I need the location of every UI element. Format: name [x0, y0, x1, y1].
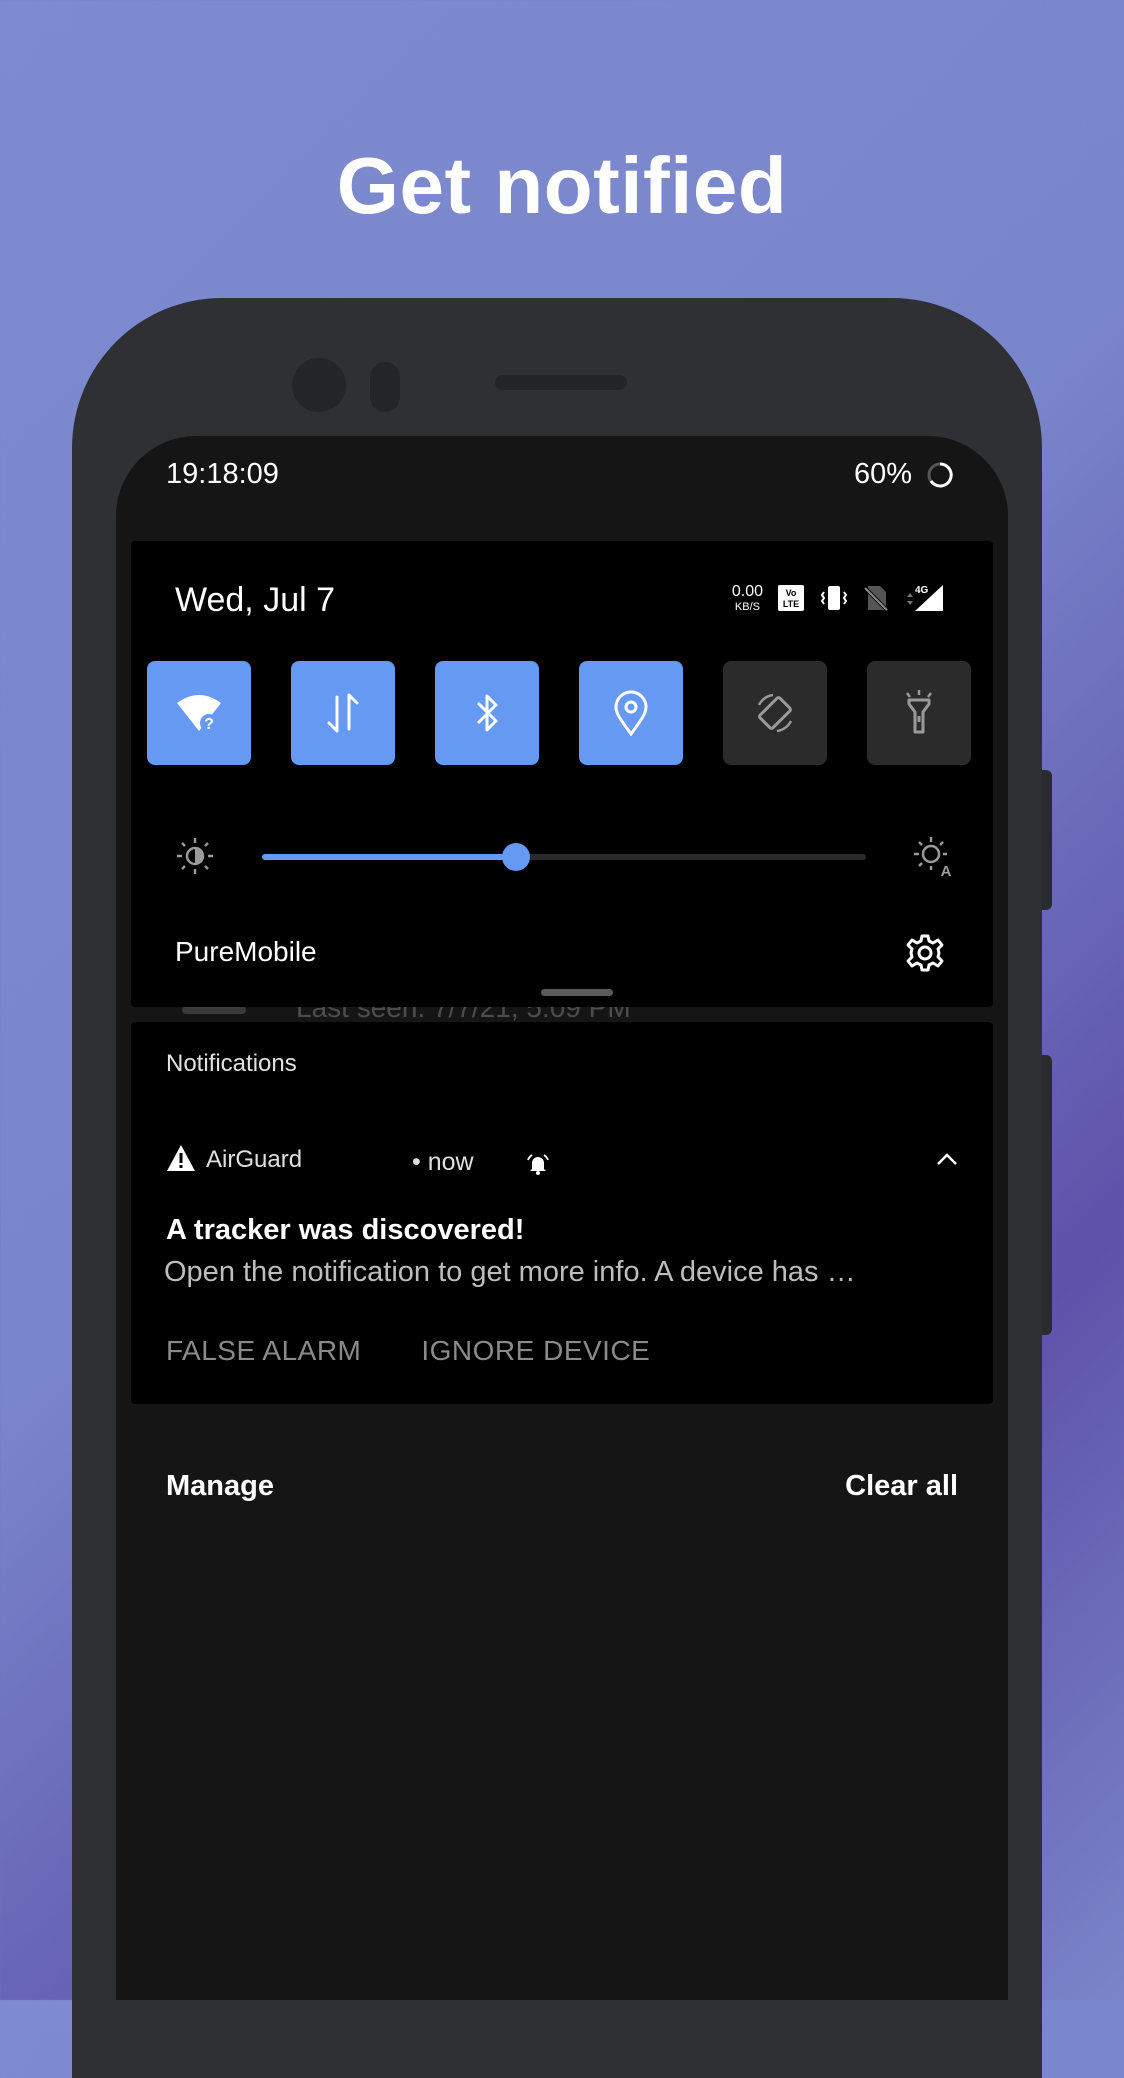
page-headline: Get notified — [336, 141, 788, 230]
auto-rotate-icon — [757, 693, 793, 733]
brightness-low-icon — [177, 838, 213, 874]
tile-bluetooth[interactable] — [435, 661, 539, 765]
location-icon — [614, 690, 648, 736]
peek-icon — [182, 1006, 246, 1014]
tile-location[interactable] — [579, 661, 683, 765]
ignore-device-button[interactable]: IGNORE DEVICE — [421, 1335, 650, 1367]
notification-text[interactable]: Open the notification to get more info. … — [164, 1256, 954, 1289]
notification-app-name: AirGuard — [206, 1146, 303, 1173]
manage-button[interactable]: Manage — [166, 1470, 274, 1503]
gear-icon[interactable] — [905, 933, 945, 973]
net-speed-unit: KB/S — [734, 600, 760, 613]
mobile-data-icon — [327, 693, 359, 733]
svg-text:LTE: LTE — [783, 599, 799, 609]
earpiece-speaker — [495, 375, 627, 390]
tile-flashlight[interactable] — [867, 661, 971, 765]
status-time: 19:18:09 — [166, 458, 279, 490]
front-camera — [292, 358, 346, 412]
svg-text:4G: 4G — [915, 585, 929, 596]
quick-tiles: ? — [147, 661, 971, 765]
brightness-slider[interactable] — [262, 843, 866, 871]
wifi-question-icon: ? — [177, 695, 221, 733]
brightness-fill — [262, 854, 516, 860]
proximity-sensor — [370, 362, 400, 412]
no-sim-icon — [863, 586, 889, 612]
status-bar: 19:18:09 60% — [116, 436, 1008, 516]
brightness-thumb[interactable] — [501, 843, 530, 871]
notification-title[interactable]: A tracker was discovered! — [166, 1214, 524, 1247]
notification-actions: FALSE ALARM IGNORE DEVICE — [166, 1335, 650, 1367]
tile-wifi[interactable]: ? — [147, 661, 251, 765]
flashlight-icon — [906, 690, 932, 734]
system-icons: 0.00 KB/S Vo LTE 4G — [732, 583, 947, 613]
false-alarm-button[interactable]: FALSE ALARM — [166, 1335, 361, 1367]
bluetooth-icon — [476, 694, 498, 732]
net-speed-value: 0.00 — [731, 582, 763, 600]
vibrate-icon — [820, 586, 848, 610]
notification-panel: Notifications AirGuard • now A tracker w… — [131, 1022, 993, 1404]
qs-date[interactable]: Wed, Jul 7 — [175, 581, 335, 620]
quick-settings-panel: Wed, Jul 7 0.00 KB/S Vo LTE 4G ? A PureM… — [131, 541, 993, 1007]
clear-all-button[interactable]: Clear all — [845, 1470, 958, 1503]
battery-icon — [927, 462, 953, 488]
net-speed: 0.00 KB/S — [731, 582, 763, 613]
signal-4g-icon: 4G — [907, 585, 943, 611]
battery-percent: 60% — [853, 458, 912, 490]
phone-side-button — [1042, 770, 1052, 910]
chevron-up-icon[interactable] — [936, 1152, 958, 1166]
tile-mobile-data[interactable] — [291, 661, 395, 765]
drag-handle[interactable] — [541, 989, 613, 996]
warning-icon — [167, 1145, 195, 1171]
notification-time: • now — [412, 1148, 474, 1176]
current-user[interactable]: PureMobile — [175, 936, 317, 968]
svg-text:Vo: Vo — [786, 588, 797, 598]
phone-screen: 19:18:09 60% Last seen: 7/7/21, 5:09 PM … — [116, 436, 1008, 2000]
notification-app-row: AirGuard • now — [166, 1140, 958, 1180]
alert-bell-icon — [527, 1154, 549, 1175]
svg-text:A: A — [941, 863, 952, 878]
phone-volume-button — [1042, 1055, 1052, 1335]
brightness-control: A — [175, 834, 955, 878]
brightness-auto-icon[interactable]: A — [913, 836, 955, 878]
tile-auto-rotate[interactable] — [723, 661, 827, 765]
volte-icon: Vo LTE — [778, 585, 804, 611]
svg-text:?: ? — [204, 716, 214, 733]
notifications-header: Notifications — [166, 1050, 297, 1077]
